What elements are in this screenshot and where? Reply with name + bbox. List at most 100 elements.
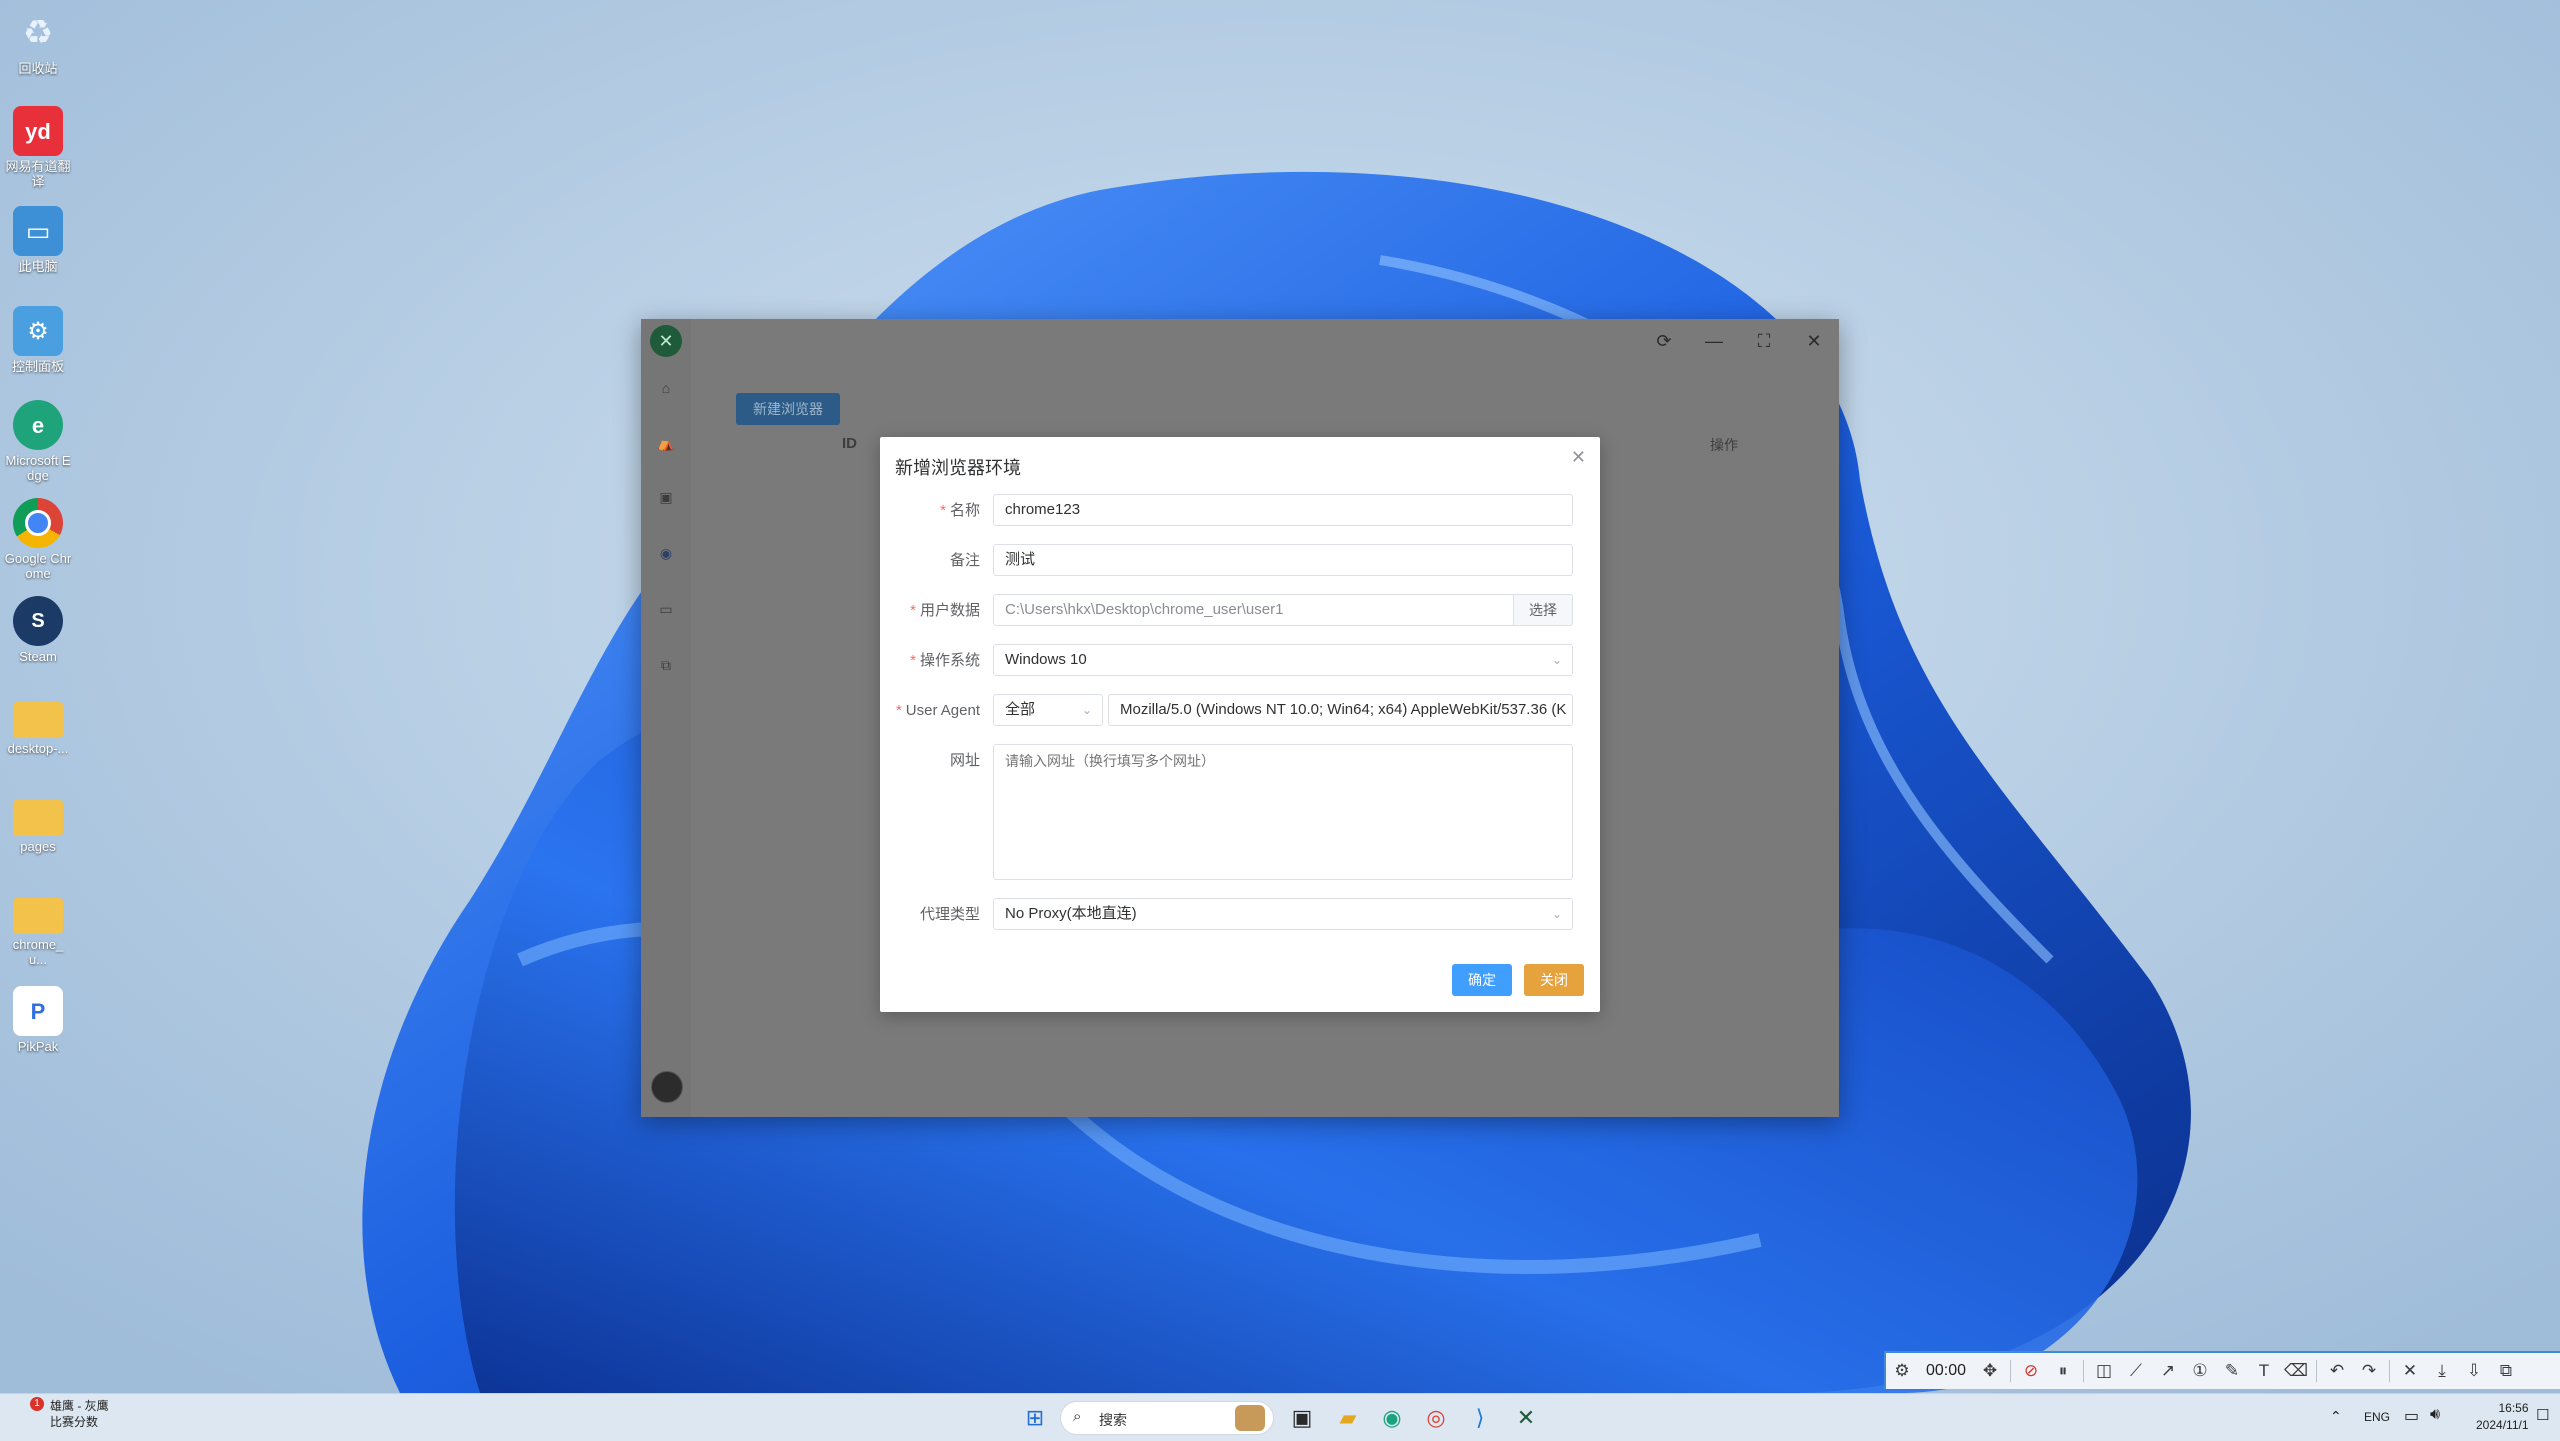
copy-icon[interactable]: ⧉: [654, 653, 678, 677]
pikpak-icon: P: [13, 986, 63, 1036]
desktop-icon-pikpak[interactable]: P PikPak: [4, 986, 72, 1054]
desktop-icon-chrome[interactable]: Google Chrome: [4, 498, 72, 581]
folder-icon: [13, 702, 63, 738]
app-logo-icon: ✕: [650, 325, 682, 357]
box-icon[interactable]: ⛺: [654, 431, 678, 455]
remark-input[interactable]: 测试: [993, 544, 1573, 576]
user-data-path: C:\Users\hkx\Desktop\chrome_user\user1: [1005, 601, 1284, 618]
name-label: 名称: [949, 502, 980, 519]
chevron-down-icon: ⌄: [1081, 703, 1092, 717]
desktop-icon-steam[interactable]: S Steam: [4, 596, 72, 664]
refresh-button[interactable]: ⟳: [1647, 327, 1681, 355]
user-agent-label: User Agent: [905, 702, 980, 719]
undo-icon[interactable]: ↶: [2321, 1354, 2353, 1388]
close-icon[interactable]: ✕: [1571, 447, 1586, 468]
clock-date: 2024/11/1: [2476, 1418, 2529, 1432]
form-row-os: * 操作系统 Windows 10 ⌄: [880, 644, 1600, 678]
close-button[interactable]: 关闭: [1524, 964, 1584, 996]
clock-time: 16:56: [2498, 1401, 2529, 1415]
required-mark: *: [895, 702, 902, 719]
windows-start-icon[interactable]: ⊞: [1017, 1400, 1053, 1436]
user-data-label: 用户数据: [919, 602, 980, 619]
taskbar-clock[interactable]: 16:56 2024/11/1: [2476, 1400, 2529, 1434]
desktop-icon-folder-chrome[interactable]: chrome_u...: [4, 890, 72, 967]
required-mark: *: [910, 602, 916, 619]
search-highlight-icon: [1235, 1405, 1265, 1431]
desktop-icon-this-pc[interactable]: ▭ 此电脑: [4, 206, 72, 274]
select-folder-button[interactable]: 选择: [1513, 595, 1572, 625]
desktop-icon-control-panel[interactable]: ⚙ 控制面板: [4, 306, 72, 374]
os-label: 操作系统: [919, 652, 980, 669]
desktop-icon-edge[interactable]: e Microsoft Edge: [4, 400, 72, 483]
maximize-button[interactable]: ⛶: [1747, 327, 1781, 355]
text-icon[interactable]: T: [2248, 1354, 2280, 1388]
new-browser-button[interactable]: 新建浏览器: [736, 393, 840, 425]
os-select[interactable]: Windows 10 ⌄: [993, 644, 1573, 676]
url-textarea[interactable]: [993, 744, 1573, 880]
copy-icon[interactable]: ⧉: [2490, 1354, 2522, 1388]
taskbar-search[interactable]: ⌕ 搜索: [1060, 1401, 1274, 1435]
pause-icon[interactable]: ⏸: [2047, 1354, 2079, 1388]
home-icon[interactable]: ⌂: [654, 376, 678, 400]
file-explorer-icon[interactable]: ▰: [1330, 1400, 1366, 1436]
number-marker-icon[interactable]: ①: [2184, 1354, 2216, 1388]
proxy-label: 代理类型: [919, 906, 980, 923]
form-row-proxy: 代理类型 No Proxy(本地直连) ⌄: [880, 898, 1600, 932]
tray-overflow-icon[interactable]: ⌃: [2330, 1408, 2342, 1425]
browser-icon[interactable]: ◉: [654, 541, 678, 565]
search-label: 搜索: [1099, 1412, 1127, 1428]
desktop-icon-folder-desktop[interactable]: desktop-...: [4, 694, 72, 756]
remark-label: 备注: [949, 552, 980, 569]
vscode-icon[interactable]: ⟩: [1462, 1400, 1498, 1436]
pen-icon[interactable]: ✎: [2216, 1354, 2248, 1388]
eraser-icon[interactable]: ⌫: [2280, 1354, 2312, 1388]
volume-icon[interactable]: 🔊︎: [2430, 1406, 2440, 1424]
recording-timer: 00:00: [1925, 1362, 1967, 1379]
desktop-icon-folder-pages[interactable]: pages: [4, 792, 72, 854]
user-agent-input[interactable]: Mozilla/5.0 (Windows NT 10.0; Win64; x64…: [1108, 694, 1573, 726]
stop-record-icon[interactable]: ⊘: [2015, 1354, 2047, 1388]
monitor-icon[interactable]: ▭: [654, 597, 678, 621]
required-mark: *: [910, 652, 916, 669]
redo-icon[interactable]: ↷: [2353, 1354, 2385, 1388]
control-panel-icon: ⚙: [13, 306, 63, 356]
desktop-icon-recycle-bin[interactable]: ♻ 回收站: [4, 8, 72, 77]
arrow-icon[interactable]: ↗: [2152, 1354, 2184, 1388]
chrome-icon: [13, 498, 63, 548]
close-window-button[interactable]: ✕: [1797, 327, 1831, 355]
form-row-name: * 名称 chrome123: [880, 494, 1600, 528]
avatar[interactable]: [651, 1071, 683, 1103]
minimize-button[interactable]: —: [1697, 327, 1731, 355]
weather-widget[interactable]: 1 雄鹰 - 灰鹰 比赛分数: [26, 1397, 109, 1430]
user-data-input[interactable]: C:\Users\hkx\Desktop\chrome_user\user1 选…: [993, 594, 1573, 626]
input-language[interactable]: ENG: [2364, 1410, 2390, 1424]
browser-manager-app-icon[interactable]: ✕: [1508, 1400, 1544, 1436]
form-row-url: 网址: [880, 744, 1600, 880]
monitor-icon: ▭: [13, 206, 63, 256]
chrome-icon[interactable]: ◎: [1418, 1400, 1454, 1436]
proxy-select[interactable]: No Proxy(本地直连) ⌄: [993, 898, 1573, 930]
gift-icon[interactable]: ▣: [654, 485, 678, 509]
task-view-icon[interactable]: ▣: [1284, 1400, 1320, 1436]
settings-icon[interactable]: ⚙: [1886, 1354, 1918, 1388]
network-icon[interactable]: ▭: [2404, 1406, 2419, 1426]
name-input[interactable]: chrome123: [993, 494, 1573, 526]
search-icon: ⌕: [1073, 1408, 1082, 1425]
shapes-icon[interactable]: ◫: [2088, 1354, 2120, 1388]
user-agent-filter-select[interactable]: 全部 ⌄: [993, 694, 1103, 726]
close-icon[interactable]: ✕: [2394, 1354, 2426, 1388]
move-icon[interactable]: ✥: [1974, 1354, 2006, 1388]
save-icon[interactable]: ⇩: [2458, 1354, 2490, 1388]
edge-icon[interactable]: ◉: [1374, 1400, 1410, 1436]
polyline-icon[interactable]: ⟋: [2120, 1354, 2152, 1388]
chevron-down-icon: ⌄: [1551, 653, 1562, 667]
screen-recorder-toolbar: ⚙ 00:00 ✥ ⊘ ⏸ ◫ ⟋ ↗ ① ✎ T ⌫ ↶ ↷ ✕ ⤓ ⇩ ⧉: [1884, 1351, 2560, 1389]
app-sidebar: ✕ ⌂ ⛺ ▣ ◉ ▭ ⧉: [641, 319, 691, 1117]
user-agent-filter-value: 全部: [1005, 701, 1036, 718]
widget-subtitle: 比赛分数: [50, 1415, 99, 1429]
download-icon[interactable]: ⤓: [2426, 1354, 2458, 1388]
desktop-icon-youdao[interactable]: yd 网易有道翻译: [4, 106, 72, 189]
edge-icon: e: [13, 400, 63, 450]
notification-icon[interactable]: ☐: [2536, 1406, 2549, 1424]
confirm-button[interactable]: 确定: [1452, 964, 1512, 996]
